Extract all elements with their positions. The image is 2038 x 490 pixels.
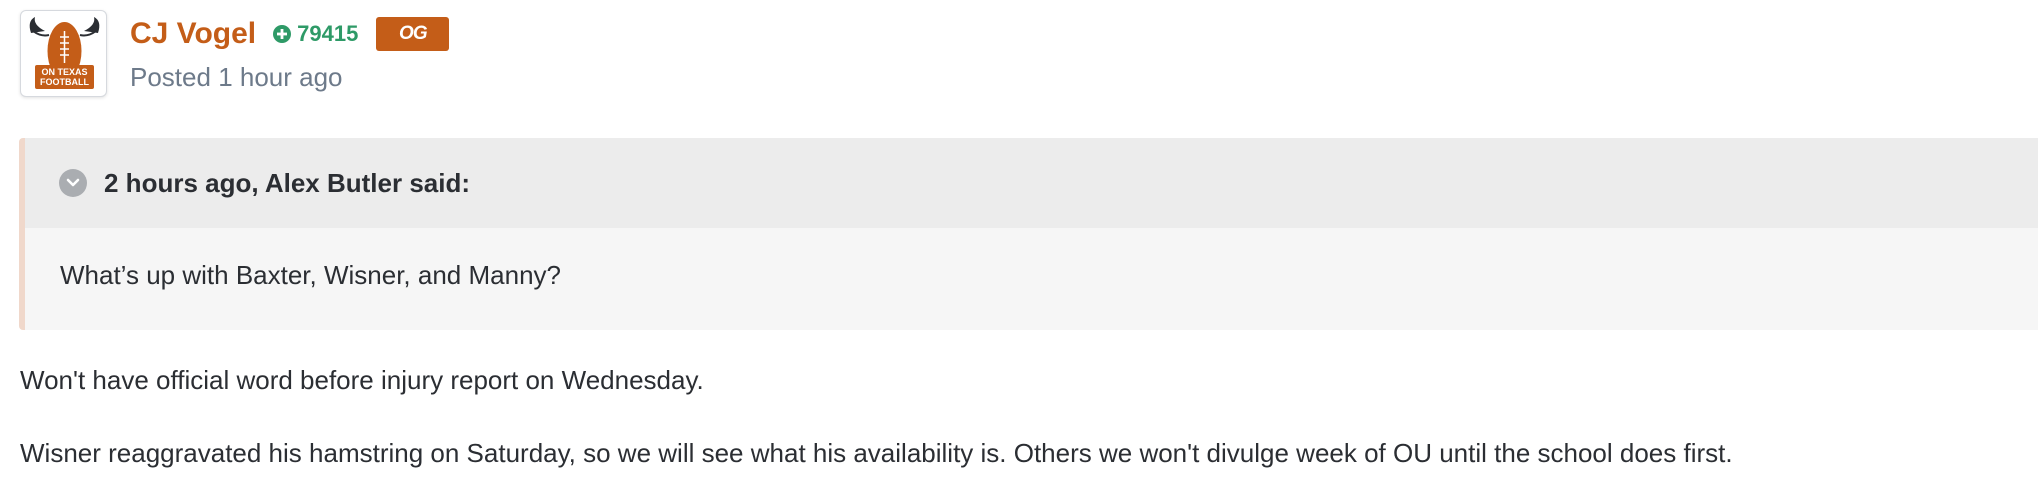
quote-text: What’s up with Baxter, Wisner, and Manny…: [60, 260, 561, 290]
og-badge: OG: [376, 17, 450, 51]
quote-block: 2 hours ago, Alex Butler said: What’s up…: [19, 138, 2038, 330]
posted-meta: Posted 1 hour ago: [130, 62, 343, 93]
posted-prefix: Posted: [130, 62, 211, 92]
reputation-count: 79415: [297, 21, 359, 46]
og-badge-label: OG: [399, 23, 428, 44]
author-line: CJ Vogel 79415 OG: [130, 16, 450, 52]
posted-time-link[interactable]: 1 hour ago: [218, 62, 342, 92]
avatar[interactable]: ON TEXAS FOOTBALL: [20, 10, 107, 97]
quote-citation-bar[interactable]: 2 hours ago, Alex Butler said:: [25, 138, 2038, 228]
on-texas-football-logo-icon: ON TEXAS FOOTBALL: [29, 17, 100, 89]
plus-circle-icon: [273, 25, 292, 43]
author-name-link[interactable]: CJ Vogel: [130, 17, 256, 51]
quote-citation: 2 hours ago, Alex Butler said:: [104, 167, 471, 198]
avatar-text-line2: FOOTBALL: [40, 77, 89, 87]
post-paragraph-2: Wisner reaggravated his hamstring on Sat…: [20, 438, 1733, 468]
reputation[interactable]: 79415: [272, 21, 358, 47]
post-paragraph-1: Won't have official word before injury r…: [20, 365, 704, 395]
avatar-text-line1: ON TEXAS: [41, 67, 87, 77]
chevron-down-icon[interactable]: [59, 169, 87, 197]
post-header: ON TEXAS FOOTBALL CJ Vogel 79415 OG Post…: [20, 10, 620, 100]
